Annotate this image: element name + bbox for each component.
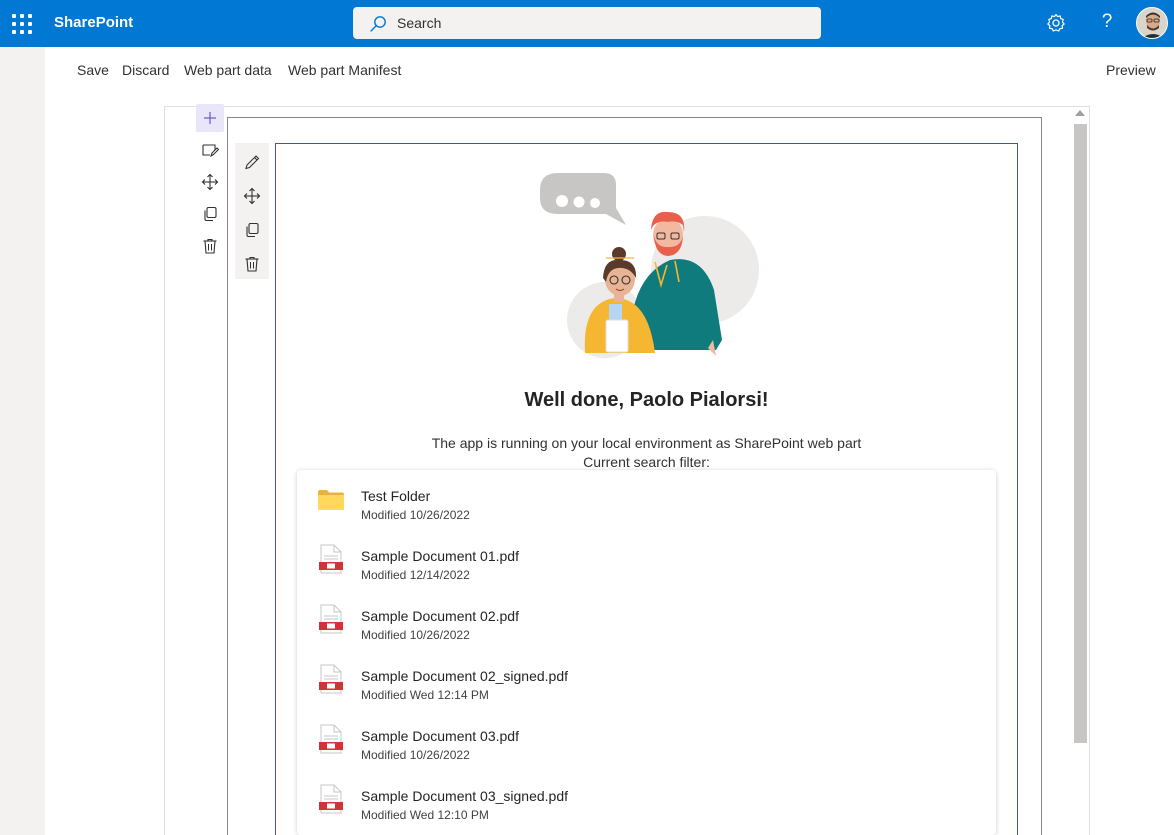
file-list-item[interactable]: Sample Document 02_signed.pdf Modified W… (297, 650, 996, 710)
left-rail (0, 47, 45, 835)
file-modified: Modified 10/26/2022 (361, 628, 470, 642)
avatar[interactable] (1136, 7, 1168, 39)
file-name: Sample Document 01.pdf (361, 548, 519, 564)
brand-title[interactable]: SharePoint (54, 14, 133, 31)
file-name: Sample Document 03.pdf (361, 728, 519, 744)
pdf-icon (319, 724, 343, 754)
scroll-up-arrow-icon[interactable] (1075, 110, 1085, 116)
trash-icon (245, 256, 259, 272)
suite-bar: SharePoint ? (0, 0, 1174, 47)
webpart-data-button[interactable]: Web part data (184, 62, 272, 78)
edit-section-icon (202, 144, 219, 158)
pdf-icon (319, 604, 343, 634)
delete-section-button[interactable] (196, 232, 224, 260)
copy-icon (204, 206, 217, 222)
duplicate-section-button[interactable] (196, 200, 224, 228)
file-modified: Modified 10/26/2022 (361, 508, 470, 522)
move-section-button[interactable] (196, 168, 224, 196)
webpart-toolbar (235, 143, 269, 279)
save-button[interactable]: Save (77, 62, 109, 78)
plus-icon (204, 112, 216, 124)
move-webpart-button[interactable] (235, 181, 269, 211)
file-modified: Modified Wed 12:10 PM (361, 808, 489, 822)
welcome-heading: Well done, Paolo Pialorsi! (524, 389, 769, 411)
file-name: Sample Document 03_signed.pdf (361, 788, 569, 804)
search-icon (370, 16, 386, 32)
file-list-item[interactable]: Test Folder Modified 10/26/2022 (297, 470, 996, 530)
user-photo-icon (1137, 8, 1167, 38)
file-name: Test Folder (361, 488, 431, 504)
search-box[interactable] (353, 7, 821, 39)
file-name: Sample Document 02_signed.pdf (361, 668, 569, 684)
add-section-button[interactable] (196, 104, 224, 132)
scrollbar-thumb[interactable] (1074, 124, 1087, 743)
settings-gear-icon[interactable] (1045, 12, 1067, 34)
edit-section-button[interactable] (196, 136, 224, 164)
pdf-icon (319, 784, 343, 814)
pencil-icon (245, 155, 260, 170)
file-list-item[interactable]: Sample Document 02.pdf Modified 10/26/20… (297, 590, 996, 650)
pdf-icon (319, 544, 343, 574)
file-list: Test Folder Modified 10/26/2022 Sample D… (297, 470, 996, 835)
file-list-item[interactable]: Sample Document 03.pdf Modified 10/26/20… (297, 710, 996, 770)
file-name: Sample Document 02.pdf (361, 608, 519, 624)
file-modified: Modified 12/14/2022 (361, 568, 470, 582)
trash-icon (203, 238, 217, 254)
app-launcher-icon[interactable] (12, 14, 32, 34)
file-modified: Modified Wed 12:14 PM (361, 688, 489, 702)
delete-webpart-button[interactable] (235, 249, 269, 279)
search-input[interactable] (397, 7, 797, 39)
duplicate-webpart-button[interactable] (235, 215, 269, 245)
copy-icon (246, 222, 259, 238)
preview-button[interactable]: Preview (1106, 62, 1156, 78)
pdf-icon (319, 664, 343, 694)
move-icon (243, 187, 261, 205)
discard-button[interactable]: Discard (122, 62, 169, 78)
move-icon (201, 173, 219, 191)
folder-icon (318, 490, 344, 510)
section-toolbar (196, 104, 226, 264)
welcome-subtext: The app is running on your local environ… (276, 434, 1017, 472)
help-icon[interactable]: ? (1096, 11, 1118, 33)
welcome-illustration (540, 173, 759, 358)
environment-message: The app is running on your local environ… (431, 435, 862, 451)
command-bar: Save Discard Web part data Web part Mani… (45, 47, 1174, 91)
file-modified: Modified 10/26/2022 (361, 748, 470, 762)
file-list-item[interactable]: Sample Document 01.pdf Modified 12/14/20… (297, 530, 996, 590)
edit-webpart-button[interactable] (235, 147, 269, 177)
webpart-manifest-button[interactable]: Web part Manifest (288, 62, 401, 78)
file-list-item[interactable]: Sample Document 03_signed.pdf Modified W… (297, 770, 996, 830)
